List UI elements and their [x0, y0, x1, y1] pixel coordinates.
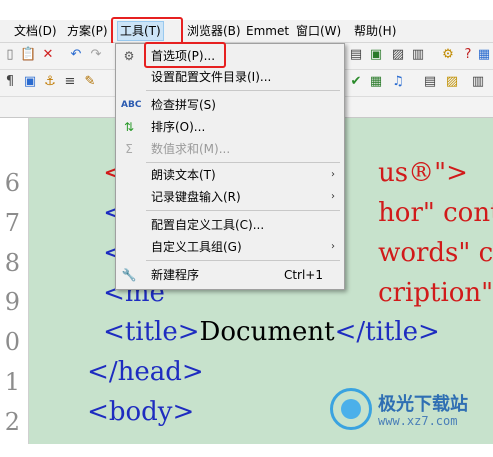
menu-item-new-program[interactable]: 🔧 新建程序 Ctrl+1	[117, 264, 343, 286]
align-icon[interactable]: ≡	[62, 74, 78, 90]
line-number: 6	[4, 169, 20, 197]
menu-item-record-keys[interactable]: 记录键盘输入(R) ›	[117, 186, 343, 208]
line-number: 2	[4, 408, 20, 436]
check-list-icon[interactable]: ▣	[368, 47, 384, 63]
line-number-gutter: 6 7 8 9 0 1 2	[0, 118, 29, 444]
delete-icon[interactable]: ✕	[40, 47, 56, 63]
line-number: 7	[4, 209, 20, 237]
menu-item-config-tools[interactable]: 配置自定义工具(C)...	[117, 214, 343, 236]
submenu-arrow-icon: ›	[331, 191, 335, 202]
menu-separator	[146, 210, 340, 211]
menu-separator	[146, 162, 340, 163]
music-icon[interactable]: ♫	[390, 74, 406, 90]
watermark-logo-icon	[330, 388, 372, 430]
line-number: 0	[4, 328, 20, 356]
window-icon[interactable]: ▤	[348, 47, 364, 63]
gear-icon: ⚙	[123, 49, 135, 63]
menu-browser[interactable]: 浏览器(B)	[185, 22, 243, 40]
watermark-url: www.xz7.com	[378, 414, 458, 428]
highlight-box-preferences	[144, 42, 226, 68]
help-icon[interactable]: ?	[460, 47, 476, 63]
image-icon[interactable]: ▣	[22, 74, 38, 90]
code-tag: </title>	[334, 317, 440, 347]
page-icon[interactable]: ▯	[2, 47, 18, 63]
menu-item-read-text[interactable]: 朗读文本(T) ›	[117, 164, 343, 186]
menu-item-sort[interactable]: ⇅ 排序(O)...	[117, 116, 343, 138]
menu-item-label: 新建程序	[151, 268, 200, 282]
menu-item-spellcheck[interactable]: ABC 检查拼写(S)	[117, 94, 343, 116]
layout-icon[interactable]: ▥	[410, 47, 426, 63]
undo-icon[interactable]: ↶	[68, 47, 84, 63]
tools-dropdown-menu: ⚙ 首选项(P)... 设置配置文件目录(I)... ABC 检查拼写(S) ⇅…	[115, 43, 345, 290]
line-number: 9	[4, 288, 20, 316]
submenu-arrow-icon: ›	[331, 241, 335, 252]
menu-item-shortcut: Ctrl+1	[283, 268, 323, 282]
line-number: 1	[4, 368, 20, 396]
submenu-arrow-icon: ›	[331, 169, 335, 180]
menu-help[interactable]: 帮助(H)	[352, 22, 398, 40]
grid-icon[interactable]: ▦	[476, 47, 492, 63]
menu-scheme[interactable]: 方案(P)	[65, 22, 110, 40]
menu-separator	[146, 260, 340, 261]
line-number: 8	[4, 249, 20, 277]
checkmark-icon[interactable]: ✔	[348, 74, 364, 90]
menu-item-label: 数值求和(M)...	[151, 142, 231, 156]
highlight-box-tools-menu	[111, 17, 183, 45]
note-icon[interactable]: ▨	[390, 47, 406, 63]
menu-separator	[146, 90, 340, 91]
watermark-name: 极光下载站	[378, 394, 468, 415]
paste-icon[interactable]: 📋	[20, 47, 36, 63]
menu-item-label: 记录键盘输入(R)	[151, 190, 241, 204]
code-tag: <body>	[87, 397, 195, 427]
menu-item-label: 检查拼写(S)	[151, 98, 216, 112]
watermark: 极光下载站 www.xz7.com	[330, 388, 490, 438]
anchor-icon[interactable]: ⚓	[42, 74, 58, 90]
menu-item-label: 配置自定义工具(C)...	[151, 218, 265, 232]
redo-icon[interactable]: ↷	[88, 47, 104, 63]
sum-icon: Σ	[125, 142, 133, 156]
menu-document[interactable]: 文档(D)	[12, 22, 59, 40]
menu-item-label: 朗读文本(T)	[151, 168, 216, 182]
menu-item-config-dir[interactable]: 设置配置文件目录(I)...	[117, 66, 343, 88]
wrench-icon: 🔧	[121, 268, 137, 282]
sort-icon: ⇅	[123, 120, 135, 134]
frame-icon[interactable]: ▨	[444, 74, 460, 90]
table-icon[interactable]: ▦	[368, 74, 384, 90]
menu-item-tool-groups[interactable]: 自定义工具组(G) ›	[117, 236, 343, 258]
format-icon[interactable]: ¶	[2, 74, 18, 90]
menu-bar: 文档(D) 方案(P) 工具(T) 浏览器(B) Emmet 窗口(W) 帮助(…	[0, 20, 493, 43]
menu-item-label: 排序(O)...	[151, 120, 206, 134]
menu-item-label: 设置配置文件目录(I)...	[151, 70, 272, 84]
list-icon[interactable]: ▥	[470, 74, 486, 90]
spellcheck-icon: ABC	[121, 100, 142, 110]
code-text: Document	[199, 317, 335, 347]
menu-item-sum: Σ 数值求和(M)...	[117, 138, 343, 160]
settings-icon[interactable]: ⚙	[440, 47, 456, 63]
menu-emmet[interactable]: Emmet	[244, 22, 291, 40]
menu-item-label: 自定义工具组(G)	[151, 240, 242, 254]
menu-window[interactable]: 窗口(W)	[294, 22, 343, 40]
form-icon[interactable]: ▤	[422, 74, 438, 90]
pen-icon[interactable]: ✎	[82, 74, 98, 90]
